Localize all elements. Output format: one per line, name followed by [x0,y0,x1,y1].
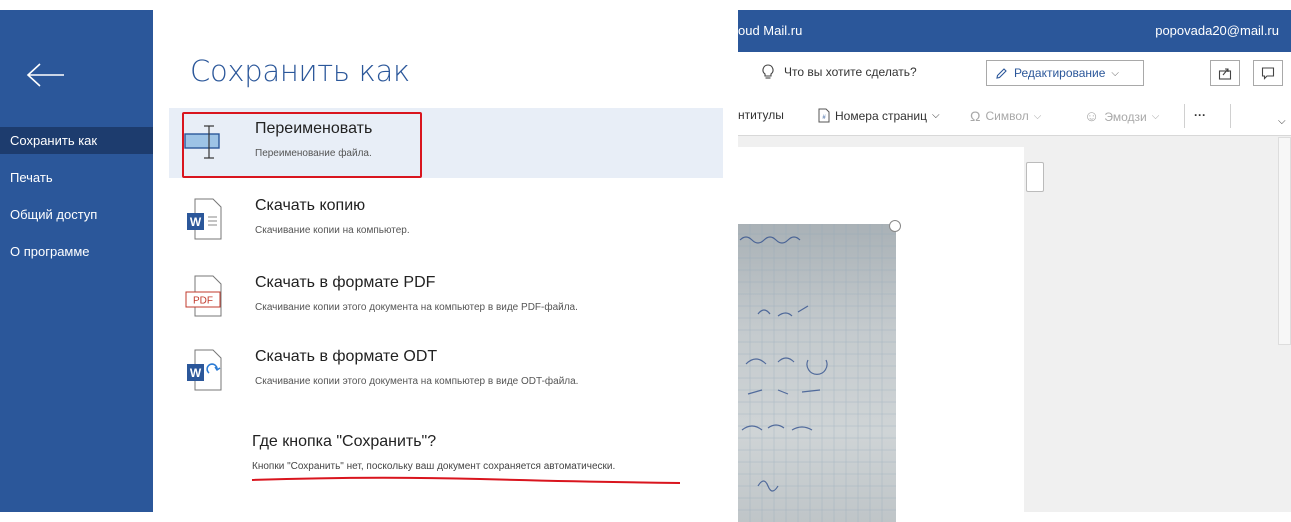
download-pdf-option[interactable]: PDF Скачать в формате PDF Скачивание коп… [169,262,723,332]
comments-button[interactable] [1253,60,1283,86]
app-header: oud Mail.ru popovada20@mail.ru [738,10,1291,52]
headers-footers-button[interactable]: нтитулы [738,108,784,122]
notebook-photo-image[interactable] [738,224,896,522]
tell-me-text: Что вы хотите сделать? [784,65,917,79]
backstage-sidebar: Сохранить как Печать Общий доступ О прог… [0,10,153,512]
photo-grid [738,224,896,522]
smiley-icon: ☺ [1084,108,1100,125]
tell-me-box[interactable]: Что вы хотите сделать? [762,64,917,80]
red-underline-annotation [251,476,681,484]
svg-text:W: W [190,366,202,380]
word-doc-icon: W [187,198,222,240]
where-save-title: Где кнопка "Сохранить"? [252,433,437,450]
page-number-icon: # [818,108,830,123]
nav-item-print[interactable]: Печать [0,164,153,191]
ribbon-separator [1184,104,1185,128]
pdf-file-icon: PDF [185,275,222,317]
download-copy-desc: Скачивание копии на компьютер. [255,225,410,236]
svg-text:W: W [190,215,202,229]
pencil-icon [996,67,1007,79]
chevron-down-icon: ⌵ [1111,67,1120,79]
app-name: oud Mail.ru [738,23,803,38]
page-side-control[interactable] [1026,162,1044,192]
download-odt-title: Скачать в формате ODT [255,348,438,365]
page-numbers-label: Номера страниц [835,108,927,123]
nav-item-share[interactable]: Общий доступ [0,201,153,228]
omega-icon: Ω [970,108,981,124]
chevron-down-icon: ⌵ [932,110,940,121]
rename-highlight-annotation [182,112,422,178]
nav-item-about[interactable]: О программе [0,238,153,265]
emoji-button[interactable]: ☺ Эмодзи ⌵ [1084,108,1159,125]
headers-footers-label: нтитулы [738,108,784,122]
image-resize-handle[interactable] [889,220,901,232]
backstage-nav: Сохранить как Печать Общий доступ О прог… [0,127,153,275]
comment-icon [1261,67,1275,80]
insert-ribbon: нтитулы # Номера страниц ⌵ Ω Символ ⌵ ☺ … [738,96,1291,136]
ribbon-expand-chevron-icon[interactable]: ⌵ [1278,116,1286,127]
more-options-button[interactable]: ··· [1194,108,1206,122]
share-button[interactable] [1210,60,1240,86]
editing-mode-label: Редактирование [1014,66,1106,80]
nav-item-save-as[interactable]: Сохранить как [0,127,153,154]
more-label: ··· [1194,108,1206,122]
chevron-down-icon: ⌵ [1151,111,1160,122]
symbol-label: Символ [985,109,1029,123]
svg-text:#: # [822,115,826,121]
user-email[interactable]: popovada20@mail.ru [1155,23,1279,38]
lightbulb-icon [762,64,774,79]
page-title: Сохранить как [190,54,410,88]
download-pdf-desc: Скачивание копии этого документа на комп… [255,302,578,313]
save-as-panel: Сохранить как Переименовать Переименован… [153,10,738,512]
download-odt-desc: Скачивание копии этого документа на комп… [255,376,579,387]
document-area: oud Mail.ru popovada20@mail.ru Что вы хо… [738,10,1291,522]
download-copy-option[interactable]: W Скачать копию Скачивание копии на комп… [169,185,723,255]
pdf-icon-label: PDF [193,296,213,307]
vertical-scrollbar[interactable] [1278,137,1291,345]
download-copy-title: Скачать копию [255,197,366,214]
odt-doc-icon: W [187,349,222,391]
download-pdf-title: Скачать в формате PDF [255,274,436,291]
command-bar: Что вы хотите сделать? Редактирование ⌵ [738,52,1291,96]
chevron-down-icon: ⌵ [1033,110,1042,122]
emoji-label: Эмодзи [1104,109,1147,124]
download-odt-option[interactable]: W Скачать в формате ODT Скачивание копии… [169,336,723,406]
back-arrow-icon[interactable] [26,62,66,88]
ribbon-separator [1230,104,1231,128]
share-icon [1218,68,1232,80]
where-save-desc: Кнопки "Сохранить" нет, поскольку ваш до… [252,461,616,472]
page-numbers-button[interactable]: # Номера страниц ⌵ [818,108,940,123]
symbol-button[interactable]: Ω Символ ⌵ [970,108,1041,124]
editing-mode-button[interactable]: Редактирование ⌵ [986,60,1144,86]
